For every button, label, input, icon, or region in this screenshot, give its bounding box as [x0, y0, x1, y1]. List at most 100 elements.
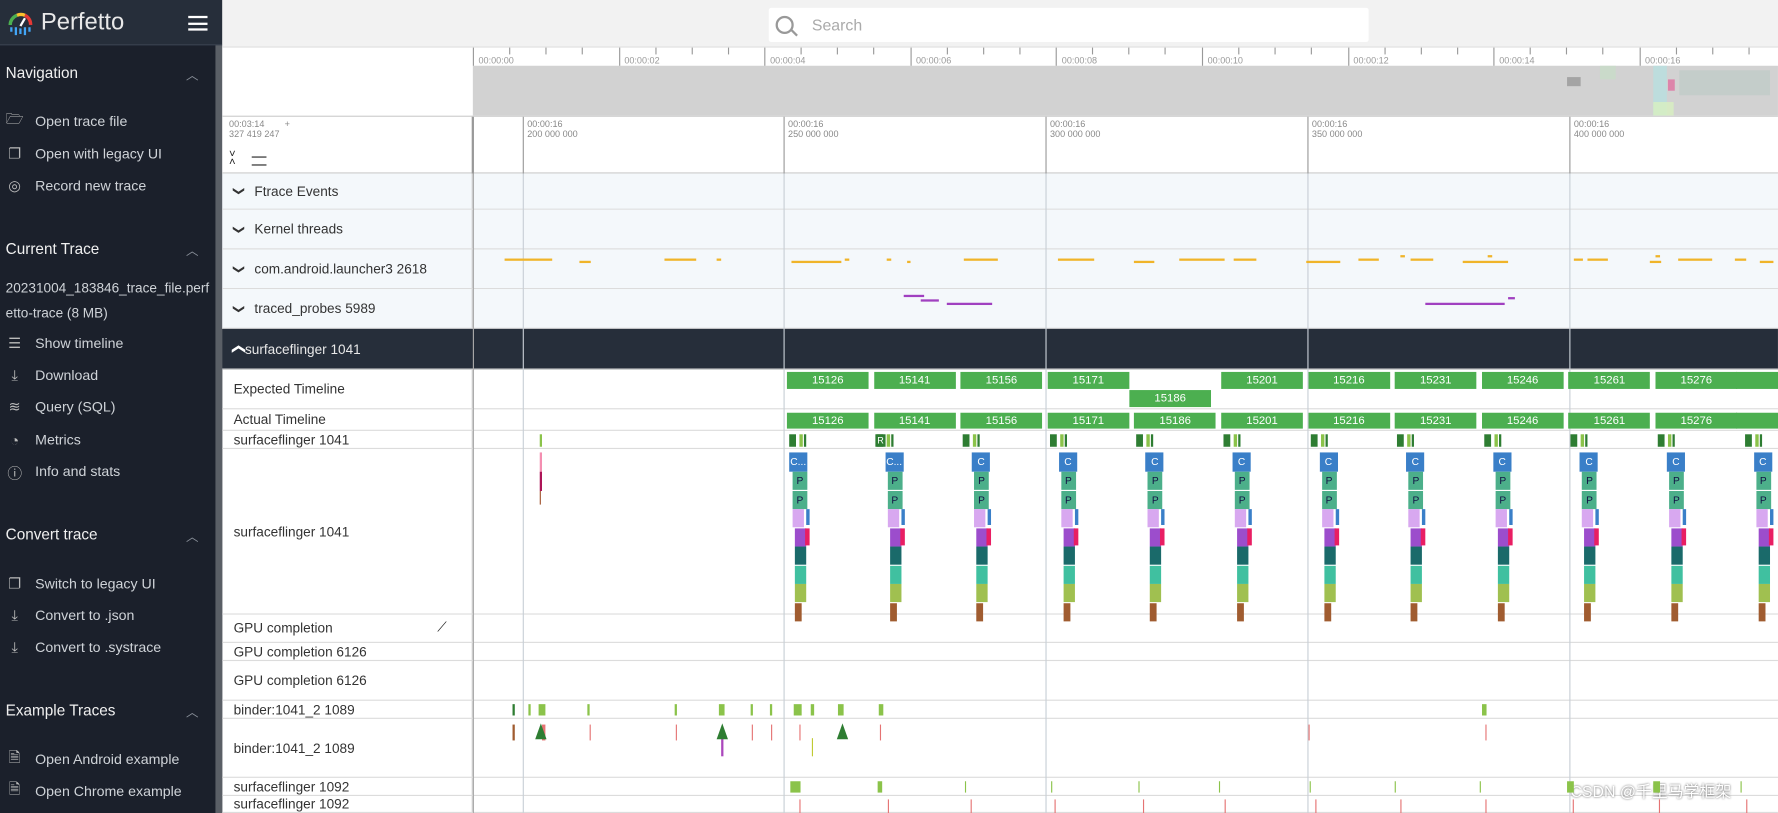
actual-frame[interactable]: 15231	[1394, 412, 1477, 429]
slice[interactable]: P	[1147, 490, 1163, 509]
thread-state-slice[interactable]	[1425, 302, 1505, 306]
sidebar-item-open-with-legacy-ui[interactable]: ❐ Open with legacy UI	[6, 142, 162, 167]
slice[interactable]	[1584, 546, 1596, 565]
slice[interactable]	[1582, 509, 1594, 528]
slice[interactable]	[976, 583, 988, 603]
slice[interactable]	[1768, 528, 1773, 546]
thread-state-slice[interactable]	[1397, 434, 1404, 447]
thread-state-slice[interactable]	[538, 704, 546, 716]
slice[interactable]	[1063, 565, 1075, 584]
slice[interactable]	[1758, 565, 1770, 584]
slice[interactable]: P	[1408, 471, 1424, 490]
thread-state-slice[interactable]	[890, 434, 894, 447]
slice[interactable]	[974, 509, 986, 528]
thread-state-slice[interactable]	[1487, 255, 1493, 258]
thread-state-slice[interactable]	[1653, 781, 1661, 793]
track-group-traced-probes[interactable]: ❯ traced_probes 5989	[222, 289, 1778, 329]
track-group-com-android-launcher3[interactable]: ❯ com.android.launcher3 2618	[222, 249, 1778, 290]
slice[interactable]	[986, 528, 992, 546]
slice[interactable]	[799, 724, 801, 741]
slice[interactable]	[1671, 583, 1683, 603]
thread-state-slice[interactable]	[1059, 434, 1064, 447]
thread-state-slice[interactable]	[587, 704, 590, 716]
composite-slice[interactable]: C	[971, 452, 991, 472]
section-title[interactable]: Current Trace	[6, 240, 100, 257]
slice[interactable]	[1658, 799, 1661, 813]
sidebar-item-open-trace-file[interactable]: 🗁 Open trace file	[6, 109, 128, 134]
thread-state-slice[interactable]	[1133, 260, 1155, 264]
chevron-up-icon[interactable]: ︿	[186, 527, 198, 545]
slice[interactable]	[1495, 509, 1507, 528]
slice[interactable]: P	[974, 471, 989, 490]
chevron-down-icon[interactable]: ❯	[232, 224, 244, 234]
slice[interactable]	[1160, 528, 1165, 546]
slice[interactable]	[1671, 546, 1683, 565]
expand-collapse-all-button[interactable]: ˅ ˄	[229, 149, 236, 168]
thread-state-slice[interactable]	[1657, 434, 1665, 447]
thread-state-slice[interactable]	[1585, 434, 1588, 447]
slice[interactable]	[512, 724, 515, 741]
slice[interactable]	[1234, 509, 1247, 528]
thread-state-slice[interactable]	[1411, 434, 1415, 447]
thread-state-slice[interactable]	[1306, 260, 1341, 264]
composite-slice[interactable]: C...	[885, 452, 904, 472]
slice[interactable]	[539, 471, 543, 491]
thread-state-slice[interactable]	[1325, 434, 1328, 447]
slice[interactable]	[889, 565, 901, 584]
slice[interactable]	[1681, 528, 1687, 546]
slice[interactable]	[799, 799, 801, 813]
sidebar-item-convert-to-systrace[interactable]: ⤓ Convert to .systrace	[6, 635, 162, 660]
slice[interactable]	[1323, 546, 1336, 565]
expected-frame[interactable]: 15126	[786, 371, 869, 389]
slice[interactable]	[794, 583, 807, 603]
slice[interactable]: P	[1321, 490, 1337, 509]
slice[interactable]	[794, 565, 807, 584]
track-gpu-completion-6126[interactable]: GPU completion 6126	[222, 642, 1778, 662]
thread-state-slice[interactable]	[1358, 258, 1379, 261]
thread-state-slice[interactable]	[907, 260, 911, 264]
thread-state-slice[interactable]	[1310, 434, 1318, 447]
track-surfaceflinger-1092[interactable]: surfaceflinger 1092	[222, 795, 1778, 813]
actual-frame[interactable]: 15276	[1655, 412, 1738, 429]
thread-state-slice[interactable]	[903, 294, 925, 298]
thread-state-slice[interactable]	[1484, 434, 1491, 447]
expected-frame[interactable]: 15231	[1394, 371, 1477, 389]
thread-state-slice[interactable]	[1667, 434, 1672, 447]
thread-state-slice[interactable]	[1744, 434, 1752, 447]
chevron-up-icon[interactable]: ︿	[186, 66, 198, 84]
expected-frame[interactable]	[1736, 371, 1778, 389]
sidebar-item-query-sql[interactable]: ≋ Query (SQL)	[6, 395, 116, 420]
slice[interactable]	[1572, 799, 1574, 813]
thread-state-slice[interactable]	[886, 258, 892, 261]
slice[interactable]	[1507, 528, 1513, 546]
slice[interactable]	[889, 546, 901, 565]
thread-state-slice[interactable]	[769, 704, 773, 716]
slice[interactable]	[976, 602, 984, 621]
slice[interactable]	[806, 509, 810, 525]
thread-state-slice[interactable]	[920, 299, 939, 302]
slice[interactable]	[1237, 565, 1249, 584]
flow-arrow-icon[interactable]	[716, 723, 728, 740]
thread-state-slice[interactable]	[837, 704, 844, 716]
thread-state-slice[interactable]	[886, 434, 890, 447]
slice[interactable]	[794, 546, 807, 565]
slice[interactable]	[1422, 509, 1426, 525]
chevron-up-icon[interactable]: ︿	[186, 703, 198, 721]
composite-slice[interactable]: C...	[789, 452, 808, 472]
pinned-tracks-icon[interactable]	[251, 156, 267, 166]
thread-state-slice[interactable]	[1410, 258, 1434, 261]
slice[interactable]	[771, 724, 773, 741]
slice[interactable]: P	[1408, 490, 1424, 509]
slice[interactable]	[794, 602, 802, 621]
actual-frame[interactable]: 15186	[1134, 412, 1216, 429]
search-box[interactable]	[768, 7, 1369, 42]
actual-frame[interactable]: 15156	[960, 412, 1043, 429]
slice[interactable]	[1584, 583, 1596, 603]
thread-state-slice[interactable]	[1462, 260, 1509, 264]
thread-state-slice[interactable]	[1238, 434, 1241, 447]
slice[interactable]	[889, 602, 897, 621]
slice[interactable]	[1410, 546, 1423, 565]
slice[interactable]	[1150, 602, 1158, 621]
thread-state-slice[interactable]	[1057, 258, 1095, 261]
slice[interactable]	[1150, 565, 1162, 584]
